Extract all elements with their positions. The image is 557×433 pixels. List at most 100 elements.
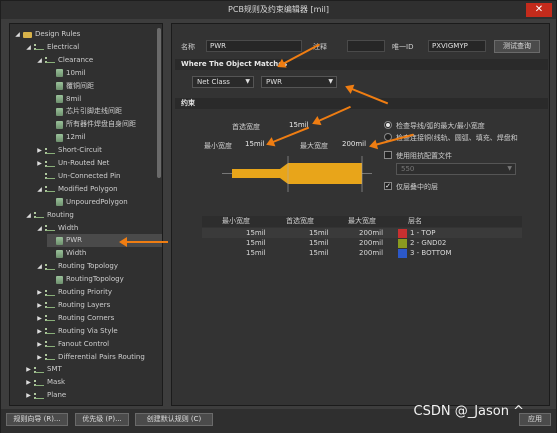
rule-group-icon [45,354,55,360]
layer-stack-only-label: 仅层叠中的层 [396,183,438,191]
expand-closed-icon[interactable]: ▶ [25,376,32,389]
expand-open-icon[interactable]: ◢ [25,41,32,54]
rule-editor-window: PCB规则及约束编辑器 [mil] ✕ ◢ Design Rules ◢ Electr… [0,0,557,433]
tree-item[interactable]: ◢ Electrical [25,41,162,54]
tree-item-label: Width [66,249,87,258]
tree-item[interactable]: 所有器件焊盘自身间距 [47,118,162,131]
cell-min-width[interactable]: 15mil [246,248,266,258]
tree-item[interactable]: ▶ Routing Priority [36,286,162,299]
tree-item[interactable]: ◢ Clearance [36,54,162,67]
net-class-select[interactable]: PWR ▼ [261,76,337,88]
tree-item[interactable]: ▶ Plane [25,389,162,402]
table-row[interactable]: 15mil 15mil 200mil 2 - GND02 [202,238,522,248]
tree-item[interactable]: ◢ Routing Topology [36,260,162,273]
impedance-profile-value: 550 [401,165,415,173]
tree-item[interactable]: 10mil [47,67,162,80]
expand-closed-icon[interactable]: ▶ [36,351,43,364]
rule-icon [56,69,63,78]
unique-id-field[interactable]: PXVIGMYP [428,40,486,52]
tree-item[interactable]: ◢ Design Rules [14,28,162,41]
expand-open-icon[interactable]: ◢ [36,183,43,196]
cell-min-width[interactable]: 15mil [246,238,266,248]
tree-item[interactable]: UnpouredPolygon [47,196,162,209]
expand-open-icon[interactable]: ◢ [36,260,43,273]
expand-closed-icon[interactable]: ▶ [36,312,43,325]
tree-item[interactable]: ▶ Differential Pairs Routing [36,351,162,364]
expand-closed-icon[interactable]: ▶ [36,338,43,351]
rule-icon [56,120,63,129]
rule-group-icon [45,328,55,335]
cell-preferred-width[interactable]: 15mil [309,228,329,238]
tree-item[interactable]: 芯片引脚走线间距 [47,105,162,118]
cell-min-width[interactable]: 15mil [246,228,266,238]
tree-item[interactable]: Width [47,247,162,260]
preferred-width-label: 首选宽度 [232,123,260,131]
max-width-value[interactable]: 200mil [342,140,366,148]
test-query-button[interactable]: 测试查询 [494,40,540,53]
col-min-width: 最小宽度 [222,217,250,225]
rule-group-icon [45,302,55,309]
expand-closed-icon[interactable]: ▶ [36,325,43,338]
tree-item[interactable]: ▶ Routing Corners [36,312,162,325]
cell-layer-name: 1 - TOP [410,229,436,237]
expand-open-icon[interactable]: ◢ [25,209,32,222]
tree-item[interactable]: ▶ Un-Routed Net [36,157,162,170]
priorities-button[interactable]: 优先级 (P)... [75,413,129,426]
expand-closed-icon[interactable]: ▶ [36,144,43,157]
cell-preferred-width[interactable]: 15mil [309,248,329,258]
tree-scrollbar[interactable] [157,28,161,178]
rule-wizard-button[interactable]: 规则向导 (R)... [6,413,68,426]
tree-item[interactable]: RoutingTopology [47,273,162,286]
tree-item-label: 10mil [66,68,86,77]
max-width-label: 最大宽度 [300,142,328,150]
expand-closed-icon[interactable]: ▶ [25,389,32,402]
name-field[interactable]: PWR [206,40,302,52]
tree-item[interactable]: ▶ Short-Circuit [36,144,162,157]
expand-open-icon[interactable]: ◢ [36,222,43,235]
table-row[interactable]: 15mil 15mil 200mil 3 - BOTTOM [202,248,522,258]
use-impedance-label: 使用阻抗配置文件 [396,152,452,160]
expand-closed-icon[interactable]: ▶ [25,363,32,376]
cell-preferred-width[interactable]: 15mil [309,238,329,248]
tree-item[interactable]: ◢ Width [36,222,162,235]
watermark-text: CSDN @_Jason ^ [413,404,525,419]
tree-item[interactable]: ◢ Modified Polygon [36,183,162,196]
expand-closed-icon[interactable]: ▶ [36,157,43,170]
cell-max-width[interactable]: 200mil [359,238,383,248]
check-track-width-radio[interactable] [384,121,392,129]
narrow-trace-icon [232,169,280,178]
expand-closed-icon[interactable]: ▶ [36,299,43,312]
tree-item[interactable]: 覆铜间距 [47,80,162,93]
layer-stack-only-checkbox[interactable]: ✓ [384,182,392,190]
comment-field[interactable] [347,40,385,52]
tree-item[interactable]: ▶ Fanout Control [36,338,162,351]
tree-item[interactable]: 12mil [47,131,162,144]
tree-item-label: PWR [66,236,83,245]
layer-color-swatch [398,239,407,248]
tree-item[interactable]: Un-Connected Pin [36,170,162,183]
tree-item[interactable]: ▶ SMT [25,363,162,376]
tree-item[interactable]: ▶ Routing Via Style [36,325,162,338]
tree-item[interactable]: ◢ Routing [25,209,162,222]
use-impedance-checkbox[interactable] [384,151,392,159]
create-default-rules-button[interactable]: 创建默认规则 (C) [135,413,213,426]
tree-item[interactable]: ▶ Mask [25,376,162,389]
tree-item-label: Mask [47,378,66,387]
table-row[interactable]: 15mil 15mil 200mil 1 - TOP [202,228,522,238]
min-width-label: 最小宽度 [204,142,232,150]
cell-max-width[interactable]: 200mil [359,228,383,238]
tree-item-label: Routing Topology [58,262,118,271]
tree-item[interactable]: 8mil [47,93,162,106]
layer-color-swatch [398,229,407,238]
impedance-profile-select[interactable]: 550 ▼ [396,163,516,175]
expand-open-icon[interactable]: ◢ [36,54,43,67]
tree-item-label: SMT [47,365,62,374]
cell-max-width[interactable]: 200mil [359,248,383,258]
match-type-select[interactable]: Net Class ▼ [192,76,254,88]
close-button[interactable]: ✕ [526,3,552,17]
tree-item[interactable]: ▶ Routing Layers [36,299,162,312]
min-width-value[interactable]: 15mil [245,140,265,148]
expand-open-icon[interactable]: ◢ [14,28,21,41]
rule-group-icon [34,212,44,219]
expand-closed-icon[interactable]: ▶ [36,286,43,299]
